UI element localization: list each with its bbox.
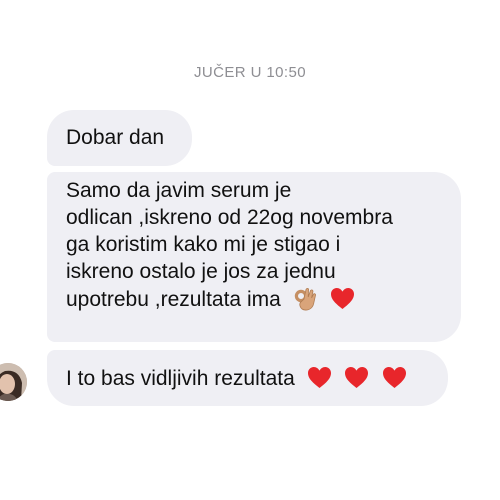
red-heart-icon — [381, 364, 408, 391]
message-text-line: Samo da javim serum je — [66, 179, 292, 202]
message-timestamp: JUČER U 10:50 — [194, 64, 306, 81]
avatar[interactable] — [0, 363, 27, 401]
red-heart-icon — [329, 285, 356, 312]
message-text-line: ga koristim kako mi je stigao i — [66, 233, 341, 256]
message-text-line: odlican ,iskreno od 22og novembra — [66, 206, 393, 229]
message-bubble[interactable]: Dobar dan — [47, 110, 192, 166]
message-bubble[interactable]: Samo da javim serum je odlican ,iskreno … — [47, 172, 461, 342]
red-heart-icon — [306, 364, 333, 391]
message-bubble[interactable]: I to bas vidljivih rezultata — [47, 350, 448, 406]
red-heart-icon — [343, 364, 370, 391]
message-text: Dobar dan — [66, 126, 165, 149]
message-text-line: iskreno ostalo je jos za jednu — [66, 260, 336, 283]
ok-hand-icon — [292, 285, 319, 312]
message-text: I to bas vidljivih rezultata — [66, 367, 295, 390]
message-text-line: upotrebu ,rezultata ima — [66, 285, 443, 312]
message-text: upotrebu ,rezultata ima — [66, 288, 281, 311]
